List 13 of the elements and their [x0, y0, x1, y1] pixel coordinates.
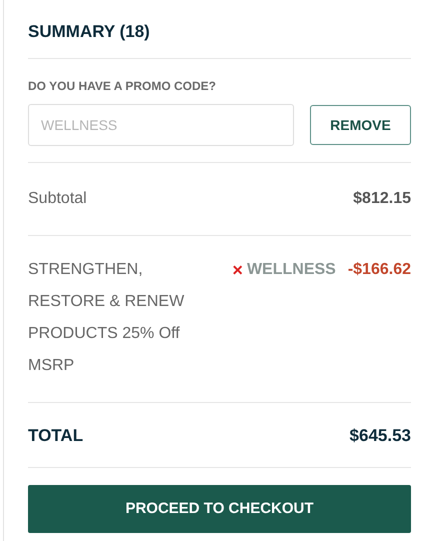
remove-icon[interactable]: ×	[232, 261, 243, 280]
discount-description: STRENGTHEN, RESTORE & RENEW PRODUCTS 25% Off MSRP	[28, 260, 186, 376]
subtotal-label: Subtotal	[28, 189, 87, 210]
promo-label: DO YOU HAVE A PROMO CODE?	[28, 78, 218, 96]
checkout-button[interactable]: PROCEED TO CHECKOUT	[28, 485, 411, 534]
promo-code-field[interactable]: WELLNESS	[28, 104, 294, 146]
remove-button[interactable]: REMOVE	[310, 105, 411, 146]
discount-code: WELLNESS	[246, 260, 336, 280]
total-amount: $645.53	[350, 424, 411, 447]
discount-amount: -$166.62	[348, 260, 411, 280]
total-label: TOTAL	[28, 424, 84, 447]
subtotal-amount: $812.15	[353, 189, 411, 210]
summary-title: SUMMARY (18)	[28, 21, 151, 43]
